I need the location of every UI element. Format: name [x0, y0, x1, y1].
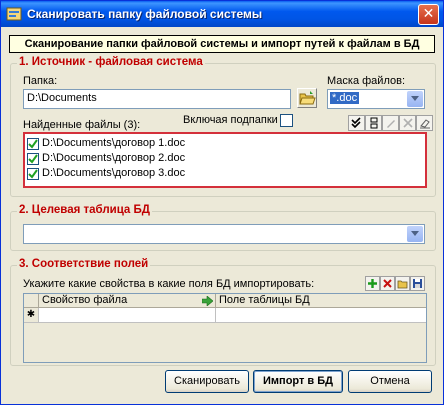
file-name: D:\Documents\договор 1.doc [42, 137, 186, 149]
found-files-list[interactable]: D:\Documents\договор 1.doc D:\Documents\… [23, 132, 427, 188]
found-files-label: Найденные файлы (3): [23, 119, 141, 131]
close-button[interactable]: ✕ [418, 4, 439, 25]
file-checkbox[interactable] [27, 168, 39, 180]
files-toolbar [348, 115, 433, 131]
mapping-group-legend: 3. Соответствие полей [17, 258, 151, 270]
header-banner: Сканирование папки файловой системы и им… [9, 35, 435, 53]
uncheck-all-button[interactable] [365, 115, 382, 131]
mask-select-value: *.doc [330, 92, 360, 104]
mapping-instruction: Укажите какие свойства в какие поля БД и… [23, 278, 315, 290]
checkmark-icon [28, 169, 38, 179]
folder-open-icon [299, 91, 316, 105]
checkmark-icon [28, 139, 38, 149]
add-icon [368, 279, 377, 288]
open-mapping-button[interactable] [395, 276, 410, 291]
mapping-toolbar [365, 276, 427, 291]
save-icon [413, 279, 422, 288]
window-title: Сканировать папку файловой системы [27, 7, 263, 21]
chevron-down-icon [411, 96, 419, 101]
open-icon [397, 280, 408, 289]
file-name: D:\Documents\договор 2.doc [42, 152, 186, 164]
include-subfolders-label: Включая подпапки [183, 114, 278, 126]
browse-folder-button[interactable] [297, 88, 317, 108]
field-mapping-grid[interactable]: Свойство файла Поле таблицы БД ✱ [23, 293, 427, 363]
edit-button[interactable] [382, 115, 399, 131]
column-header-file-property[interactable]: Свойство файла [39, 294, 216, 308]
title-bar[interactable]: Сканировать папку файловой системы ✕ [1, 1, 443, 27]
edit-icon [386, 120, 395, 128]
target-dropdown-button[interactable] [407, 226, 423, 242]
file-name: D:\Documents\договор 3.doc [42, 167, 186, 179]
import-button[interactable]: Импорт в БД [253, 370, 343, 393]
add-mapping-button[interactable] [365, 276, 380, 291]
row-header-corner [24, 294, 39, 308]
mask-label: Маска файлов: [327, 75, 406, 87]
target-table-select[interactable] [23, 224, 425, 244]
delete-mapping-button[interactable] [380, 276, 395, 291]
mask-dropdown-button[interactable] [407, 91, 423, 107]
column-header-label: Поле таблицы БД [219, 294, 310, 306]
dialog-window: Сканировать папку файловой системы ✕ Ска… [0, 0, 444, 405]
folder-input[interactable]: D:\Documents [23, 89, 291, 109]
folder-label: Папка: [23, 75, 58, 87]
scan-button[interactable]: Сканировать [165, 370, 249, 393]
file-checkbox[interactable] [27, 153, 39, 165]
uncheck-all-icon [370, 117, 377, 129]
source-group-legend: 1. Источник - файловая система [17, 56, 205, 68]
cancel-button[interactable]: Отмена [348, 370, 432, 393]
clear-icon [419, 119, 430, 129]
check-all-icon [350, 117, 361, 129]
column-header-label: Свойство файла [42, 294, 128, 306]
file-checkbox[interactable] [27, 138, 39, 150]
app-icon [6, 7, 22, 21]
folder-input-value: D:\Documents [27, 92, 97, 104]
column-header-db-field[interactable]: Поле таблицы БД [216, 294, 426, 308]
target-group-legend: 2. Целевая таблица БД [17, 204, 152, 216]
delete-icon [383, 279, 392, 288]
close-icon: ✕ [422, 6, 435, 22]
check-all-button[interactable] [348, 115, 365, 131]
db-field-cell[interactable] [216, 308, 426, 323]
save-mapping-button[interactable] [410, 276, 425, 291]
chevron-down-icon [411, 231, 419, 236]
mask-select[interactable]: *.doc [327, 89, 425, 109]
include-subfolders-checkbox[interactable] [280, 114, 293, 127]
file-property-cell[interactable] [39, 308, 216, 323]
new-row-marker: ✱ [24, 308, 39, 323]
clear-button[interactable] [416, 115, 433, 131]
checkmark-icon [28, 154, 38, 164]
delete-file-button[interactable] [399, 115, 416, 131]
delete-icon [402, 118, 413, 128]
arrow-right-icon [202, 296, 213, 306]
